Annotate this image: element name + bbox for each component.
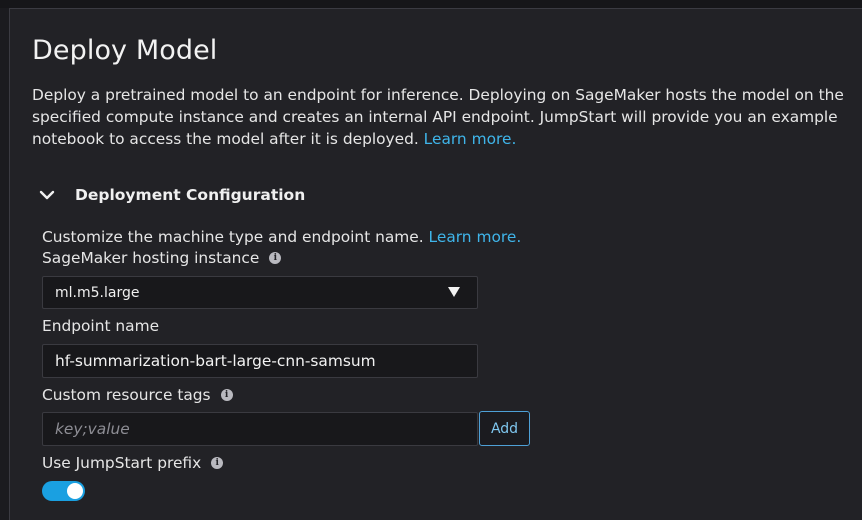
hosting-instance-label-text: SageMaker hosting instance xyxy=(42,249,260,267)
hosting-instance-select[interactable]: ml.m5.large xyxy=(42,276,478,309)
top-bar xyxy=(0,0,862,8)
info-icon[interactable]: i xyxy=(220,389,233,401)
jumpstart-prefix-label-text: Use JumpStart prefix xyxy=(42,454,202,472)
add-tag-button[interactable]: Add xyxy=(479,411,530,446)
caret-down-icon xyxy=(448,287,460,297)
page-title: Deploy Model xyxy=(32,35,218,66)
section-description-text: Customize the machine type and endpoint … xyxy=(42,228,429,246)
section-learn-more-link[interactable]: Learn more. xyxy=(429,228,522,246)
page-description: Deploy a pretrained model to an endpoint… xyxy=(32,84,847,150)
jumpstart-prefix-label: Use JumpStart prefix i xyxy=(42,454,224,472)
endpoint-name-input[interactable] xyxy=(42,344,478,378)
resource-tags-label-text: Custom resource tags xyxy=(42,386,211,404)
section-description: Customize the machine type and endpoint … xyxy=(42,228,521,246)
resource-tags-label: Custom resource tags i xyxy=(42,386,233,404)
endpoint-name-label-text: Endpoint name xyxy=(42,317,160,335)
endpoint-name-label: Endpoint name xyxy=(42,317,159,335)
deployment-configuration-toggle[interactable]: Deployment Configuration xyxy=(36,182,305,208)
hosting-instance-value: ml.m5.large xyxy=(55,284,140,301)
info-icon[interactable]: i xyxy=(211,457,224,469)
toggle-knob xyxy=(67,483,83,499)
learn-more-link[interactable]: Learn more. xyxy=(424,130,517,148)
resource-tags-input[interactable] xyxy=(42,412,478,446)
hosting-instance-label: SageMaker hosting instance i xyxy=(42,249,282,267)
section-title: Deployment Configuration xyxy=(75,186,306,204)
chevron-down-icon xyxy=(39,190,55,200)
deploy-model-panel: Deploy Model Deploy a pretrained model t… xyxy=(9,8,862,520)
info-icon[interactable]: i xyxy=(269,252,282,264)
jumpstart-prefix-toggle[interactable] xyxy=(42,481,85,501)
